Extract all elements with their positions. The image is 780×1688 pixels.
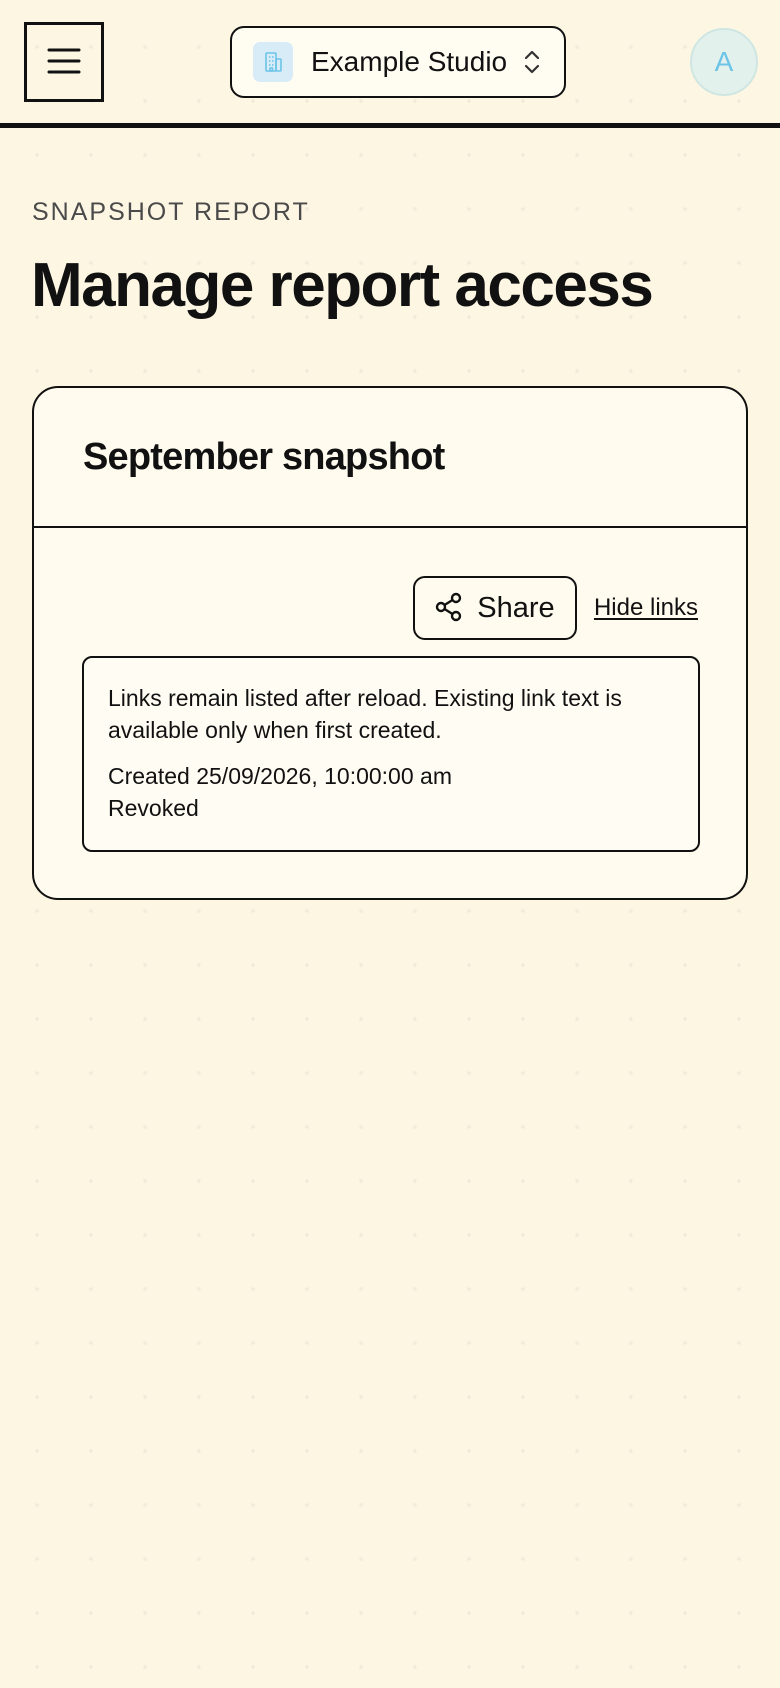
link-item: Created 25/09/2026, 10:00:00 am Revoked [108,760,674,824]
card-body: Share Hide links Links remain listed aft… [34,528,746,852]
report-card: September snapshot Share Hide links Link… [32,386,748,900]
links-notice: Links remain listed after reload. Existi… [108,685,622,743]
share-label: Share [477,591,555,624]
hamburger-icon [47,47,81,78]
hide-links-link[interactable]: Hide links [594,594,698,622]
workspace-switcher[interactable]: Example Studio [230,26,566,98]
top-bar: Example Studio A [0,0,780,128]
share-icon [435,592,463,625]
building-icon [253,42,293,82]
avatar[interactable]: A [690,28,758,96]
links-panel: Links remain listed after reload. Existi… [82,656,700,852]
card-title: September snapshot [83,436,445,478]
page-title: Manage report access [31,251,654,320]
chevron-up-down-icon [520,48,544,76]
link-status: Revoked [108,795,199,821]
menu-button[interactable] [24,22,104,102]
card-header: September snapshot [34,388,746,528]
link-created-date: Created 25/09/2026, 10:00:00 am [108,763,452,789]
page-eyebrow: SNAPSHOT REPORT [32,198,310,226]
share-button[interactable]: Share [412,576,577,640]
workspace-name: Example Studio [311,46,508,77]
card-actions: Share Hide links [82,576,698,640]
